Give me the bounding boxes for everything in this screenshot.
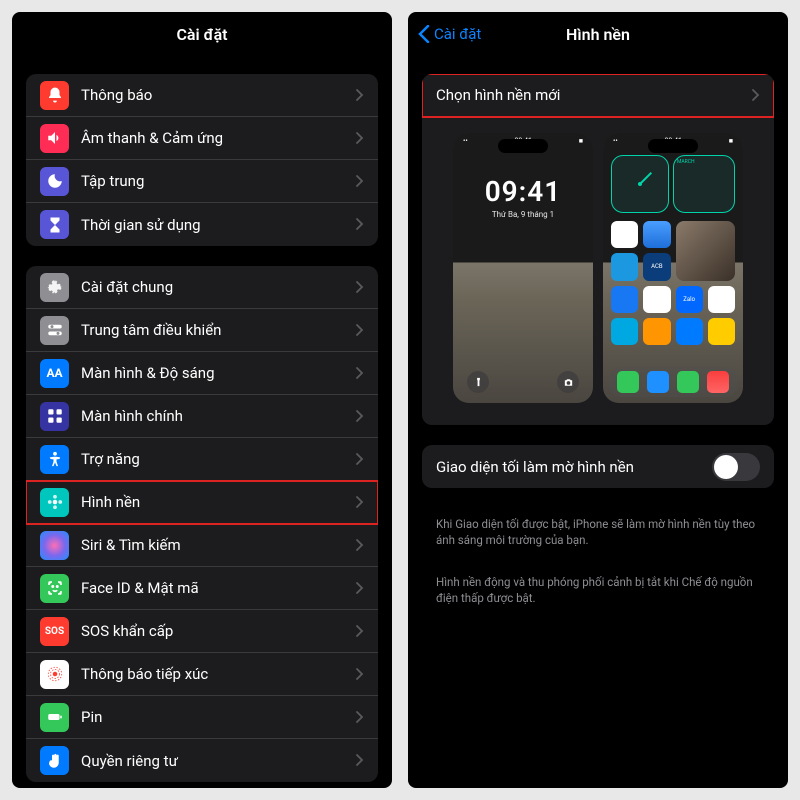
row-homescreen[interactable]: Màn hình chính [26, 395, 378, 438]
row-label: Thời gian sử dụng [81, 216, 356, 234]
row-choose-wallpaper[interactable]: Chọn hình nền mới [422, 74, 774, 117]
chevron-right-icon [356, 215, 364, 234]
preview-time: 09:41 [453, 175, 593, 208]
row-general[interactable]: Cài đặt chung [26, 266, 378, 309]
row-faceid[interactable]: Face ID & Mật mã [26, 567, 378, 610]
chevron-right-icon [356, 407, 364, 426]
widget-clock [611, 155, 669, 213]
exposure-icon [40, 660, 69, 689]
page-title: Hình nền [566, 25, 630, 44]
dim-group: Giao diện tối làm mờ hình nền [422, 445, 774, 488]
phone-left: Cài đặt Thông báo Âm thanh & Cảm ứng Tập… [12, 12, 392, 788]
chevron-right-icon [356, 364, 364, 383]
row-label: Siri & Tìm kiếm [81, 536, 356, 554]
row-label: Quyền riêng tư [81, 752, 356, 770]
settings-group-1: Thông báo Âm thanh & Cảm ứng Tập trung T… [26, 74, 378, 246]
preview-date: Thứ Ba, 9 tháng 1 [453, 210, 593, 219]
gear-icon [40, 273, 69, 302]
chevron-right-icon [356, 321, 364, 340]
row-battery[interactable]: Pin [26, 696, 378, 739]
chevron-right-icon [356, 665, 364, 684]
row-notifications[interactable]: Thông báo [26, 74, 378, 117]
row-display[interactable]: AA Màn hình & Độ sáng [26, 352, 378, 395]
row-sounds[interactable]: Âm thanh & Cảm ứng [26, 117, 378, 160]
chevron-right-icon [356, 129, 364, 148]
row-focus[interactable]: Tập trung [26, 160, 378, 203]
speaker-icon [40, 124, 69, 153]
row-exposure[interactable]: Thông báo tiếp xúc [26, 653, 378, 696]
header-left: Cài đặt [12, 12, 392, 56]
row-accessibility[interactable]: Trợ năng [26, 438, 378, 481]
row-label: Giao diện tối làm mờ hình nền [436, 458, 712, 476]
bell-icon [40, 81, 69, 110]
faceid-icon [40, 574, 69, 603]
flower-icon [40, 488, 69, 517]
hourglass-icon [40, 210, 69, 239]
chevron-right-icon [356, 751, 364, 770]
phone-right: Cài đặt Hình nền Chọn hình nền mới ••09:… [408, 12, 788, 788]
settings-group-2: Cài đặt chung Trung tâm điều khiển AA Mà… [26, 266, 378, 782]
row-label: Hình nền [81, 493, 356, 511]
preview-dock [609, 367, 737, 397]
chevron-right-icon [356, 579, 364, 598]
chevron-right-icon [356, 172, 364, 191]
back-button[interactable]: Cài đặt [418, 25, 481, 43]
widget-calendar: MARCH [673, 155, 735, 213]
row-label: Cài đặt chung [81, 278, 356, 296]
person-icon [40, 445, 69, 474]
toggle-switch[interactable] [712, 453, 760, 481]
battery-icon [40, 703, 69, 732]
row-label: Thông báo tiếp xúc [81, 665, 356, 683]
flashlight-icon [467, 371, 489, 393]
row-screentime[interactable]: Thời gian sử dụng [26, 203, 378, 246]
switches-icon [40, 316, 69, 345]
chevron-right-icon [356, 708, 364, 727]
row-control-center[interactable]: Trung tâm điều khiển [26, 309, 378, 352]
description-1: Khi Giao diện tối được bật, iPhone sẽ là… [422, 508, 774, 566]
description-2: Hình nền động và thu phóng phối cảnh bị … [422, 566, 774, 624]
chevron-right-icon [356, 450, 364, 469]
settings-list[interactable]: Thông báo Âm thanh & Cảm ứng Tập trung T… [12, 56, 392, 788]
row-label: Trung tâm điều khiển [81, 321, 356, 339]
row-siri[interactable]: Siri & Tìm kiếm [26, 524, 378, 567]
row-label: SOS khẩn cấp [81, 622, 356, 640]
row-label: Màn hình & Độ sáng [81, 364, 356, 382]
page-title: Cài đặt [176, 25, 227, 44]
row-label: Âm thanh & Cảm ứng [81, 129, 356, 147]
wallpaper-previews: ••09:41■ 09:41 Thứ Ba, 9 tháng 1 ••09:41… [422, 117, 774, 425]
row-label: Face ID & Mật mã [81, 579, 356, 597]
widget-photo [676, 221, 736, 281]
row-wallpaper[interactable]: Hình nền [26, 481, 378, 524]
choose-group: Chọn hình nền mới ••09:41■ 09:41 Thứ Ba,… [422, 74, 774, 425]
chevron-right-icon [356, 278, 364, 297]
row-label: Pin [81, 708, 356, 726]
chevron-right-icon [356, 622, 364, 641]
row-label: Trợ năng [81, 450, 356, 468]
camera-icon [557, 371, 579, 393]
row-label: Chọn hình nền mới [436, 86, 752, 104]
siri-icon [40, 531, 69, 560]
grid-icon [40, 402, 69, 431]
hand-icon [40, 746, 69, 775]
wallpaper-content[interactable]: Chọn hình nền mới ••09:41■ 09:41 Thứ Ba,… [408, 56, 788, 788]
sos-icon: SOS [40, 617, 69, 646]
row-dim-toggle[interactable]: Giao diện tối làm mờ hình nền [422, 445, 774, 488]
row-label: Tập trung [81, 172, 356, 190]
header-right: Cài đặt Hình nền [408, 12, 788, 56]
row-privacy[interactable]: Quyền riêng tư [26, 739, 378, 782]
chevron-right-icon [752, 86, 760, 105]
chevron-right-icon [356, 536, 364, 555]
preview-lockscreen[interactable]: ••09:41■ 09:41 Thứ Ba, 9 tháng 1 [453, 133, 593, 403]
row-label: Màn hình chính [81, 407, 356, 425]
back-label: Cài đặt [434, 25, 481, 43]
row-sos[interactable]: SOS SOS khẩn cấp [26, 610, 378, 653]
chevron-right-icon [356, 493, 364, 512]
preview-homescreen[interactable]: ••09:41■ MARCH ACB Zalo [603, 133, 743, 403]
moon-icon [40, 167, 69, 196]
chevron-right-icon [356, 86, 364, 105]
row-label: Thông báo [81, 86, 356, 104]
chevron-left-icon [418, 25, 430, 43]
aa-icon: AA [40, 359, 69, 388]
